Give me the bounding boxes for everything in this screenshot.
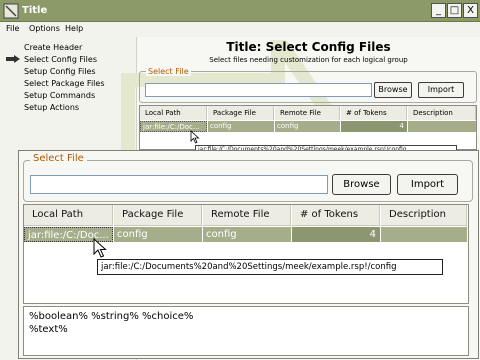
page-title: Title: Select Config Files xyxy=(226,40,391,54)
close-button[interactable]: X xyxy=(463,3,478,18)
zoomed-column-header-package-file[interactable]: Package File xyxy=(114,205,202,226)
app-icon xyxy=(3,3,19,19)
sidebar-item-create-header[interactable]: Create Header xyxy=(24,43,82,52)
zoomed-import-button[interactable]: Import xyxy=(397,174,458,195)
menu-file[interactable]: File xyxy=(6,24,19,33)
tokens-text-line: %boolean% %string% %choice% xyxy=(29,311,194,322)
column-header-package-file[interactable]: Package File xyxy=(208,106,274,120)
sidebar-item-setup-actions[interactable]: Setup Actions xyxy=(24,103,79,112)
select-file-legend: Select File xyxy=(146,67,191,76)
zoomed-cell-tokens[interactable]: 4 xyxy=(292,227,380,242)
zoomed-select-file-legend: Select File xyxy=(30,153,87,164)
import-button[interactable]: Import xyxy=(418,82,464,98)
menu-options[interactable]: Options xyxy=(29,24,60,33)
title-bar[interactable]: Title _ □ X xyxy=(0,0,480,22)
file-path-input[interactable] xyxy=(145,83,372,97)
window-title: Title xyxy=(22,5,48,16)
zoomed-path-tooltip: jar:file:/C:/Documents%20and%20Settings/… xyxy=(97,259,443,275)
table-cell-remote-file[interactable]: config xyxy=(275,121,340,132)
column-header-tokens[interactable]: # of Tokens xyxy=(341,106,407,120)
browse-button[interactable]: Browse xyxy=(374,82,412,98)
column-header-remote-file[interactable]: Remote File xyxy=(275,106,340,120)
sidebar-item-setup-commands[interactable]: Setup Commands xyxy=(24,91,95,100)
mouse-pointer-icon xyxy=(190,130,200,144)
tokens-text-line: %text% xyxy=(29,324,68,335)
zoomed-mouse-pointer-icon xyxy=(93,238,107,258)
zoomed-cell-package-file[interactable]: config xyxy=(114,227,202,242)
sidebar-item-select-package-files[interactable]: Select Package Files xyxy=(24,79,104,88)
page-subtitle: Select files needing customization for e… xyxy=(209,56,408,64)
menu-bar: File Options Help xyxy=(0,22,480,37)
zoomed-column-header-description[interactable]: Description xyxy=(381,205,467,226)
zoomed-cell-description[interactable] xyxy=(381,227,467,242)
zoomed-cell-remote-file[interactable]: config xyxy=(203,227,291,242)
maximize-button[interactable]: □ xyxy=(447,3,462,18)
table-cell-tokens[interactable]: 4 xyxy=(341,121,407,132)
table-cell-description[interactable] xyxy=(408,121,476,132)
zoomed-column-header-tokens[interactable]: # of Tokens xyxy=(292,205,380,226)
zoomed-column-header-remote-file[interactable]: Remote File xyxy=(203,205,291,226)
sidebar-item-setup-config-files[interactable]: Setup Config Files xyxy=(24,67,96,76)
zoomed-file-path-input[interactable] xyxy=(30,175,328,194)
sidebar-item-select-config-files[interactable]: Select Config Files xyxy=(24,55,97,64)
current-step-arrow-icon xyxy=(6,55,20,63)
table-cell-package-file[interactable]: config xyxy=(208,121,274,132)
minimize-button[interactable]: _ xyxy=(431,3,446,18)
zoomed-browse-button[interactable]: Browse xyxy=(332,174,391,195)
zoomed-column-header-local-path[interactable]: Local Path xyxy=(24,205,113,226)
menu-help[interactable]: Help xyxy=(65,24,83,33)
column-header-description[interactable]: Description xyxy=(408,106,476,120)
column-header-local-path[interactable]: Local Path xyxy=(140,106,207,120)
